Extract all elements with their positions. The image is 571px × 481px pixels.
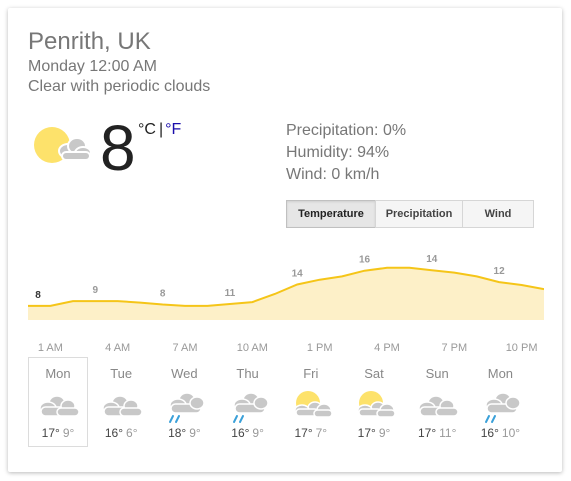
time-tick-label: 10 AM bbox=[237, 342, 268, 354]
current-temperature: 8 bbox=[100, 112, 136, 184]
humidity-detail: Humidity: 94% bbox=[286, 144, 390, 161]
forecast-temps: 16° 9° bbox=[219, 426, 277, 440]
value-label: 8 bbox=[160, 289, 166, 300]
tab-wind[interactable]: Wind bbox=[462, 200, 534, 228]
forecast-high: 16° bbox=[480, 426, 499, 440]
time-tick-label: 4 AM bbox=[105, 342, 130, 354]
tab-precipitation[interactable]: Precipitation bbox=[375, 200, 463, 228]
unit-fahrenheit-link[interactable]: °F bbox=[165, 121, 181, 138]
forecast-high: 18° bbox=[168, 426, 187, 440]
forecast-day[interactable]: Sun 17° 11° bbox=[407, 357, 467, 447]
value-label: 11 bbox=[225, 288, 236, 299]
forecast-temps: 16° 6° bbox=[92, 426, 150, 440]
time-tick-label: 4 PM bbox=[374, 342, 400, 354]
forecast-temps: 17° 7° bbox=[282, 426, 340, 440]
forecast-day-name: Sun bbox=[425, 366, 449, 381]
rain-icon bbox=[169, 392, 206, 423]
partly-cloudy-icon bbox=[357, 391, 396, 418]
temperature-chart: 8 9 8 11 14 16 14 12 1 AM 4 AM 7 AM 10 AM 1 PM 4 PM 7 … bbox=[28, 254, 544, 354]
forecast-low: 9° bbox=[252, 426, 264, 440]
value-label: 14 bbox=[426, 254, 438, 265]
wind-detail: Wind: 0 km/h bbox=[286, 166, 380, 183]
forecast-low: 9° bbox=[189, 426, 201, 440]
forecast-day-name: Wed bbox=[171, 366, 198, 381]
forecast-day-name: Fri bbox=[303, 366, 319, 381]
forecast-day-name: Thu bbox=[236, 366, 259, 381]
forecast-strip: Mon 17° 9° Tue 16° 6° Wed 18° 9° Thu 16° 9° Fri 17° 7°… bbox=[28, 357, 558, 452]
partly-cloudy-icon bbox=[294, 391, 333, 418]
value-label: 8 bbox=[35, 290, 41, 301]
time-tick-label: 1 AM bbox=[38, 342, 63, 354]
forecast-low: 7° bbox=[315, 426, 328, 440]
forecast-day[interactable]: Fri 17° 7° bbox=[281, 357, 341, 447]
forecast-high: 16° bbox=[231, 426, 250, 440]
unit-toggle: °C | °F bbox=[138, 121, 181, 139]
value-label: 14 bbox=[292, 269, 304, 280]
time-tick-label: 7 PM bbox=[441, 342, 467, 354]
cloudy-icon bbox=[102, 395, 143, 417]
weather-details: Precipitation: 0% Humidity: 94% Wind: 0 … bbox=[286, 120, 406, 186]
cloudy-icon bbox=[39, 395, 80, 417]
forecast-low: 6° bbox=[126, 426, 138, 440]
forecast-temps: 17° 11° bbox=[408, 426, 466, 440]
rain-icon bbox=[232, 392, 269, 423]
forecast-temps: 18° 9° bbox=[155, 426, 213, 440]
forecast-high: 17° bbox=[294, 426, 313, 440]
precipitation-detail: Precipitation: 0% bbox=[286, 122, 407, 139]
condition-label: Clear with periodic clouds bbox=[28, 78, 211, 95]
time-tick-label: 1 PM bbox=[307, 342, 333, 354]
datetime-label: Monday 12:00 AM bbox=[28, 58, 157, 75]
forecast-high: 17° bbox=[417, 426, 437, 440]
forecast-day-name: Mon bbox=[45, 366, 71, 381]
forecast-temps: 17° 9° bbox=[345, 426, 403, 440]
forecast-day[interactable]: Mon 16° 10° bbox=[470, 357, 530, 447]
tab-temperature[interactable]: Temperature bbox=[286, 200, 376, 228]
forecast-low: 9° bbox=[62, 426, 75, 440]
time-tick-label: 7 AM bbox=[172, 342, 197, 354]
partly-cloudy-icon bbox=[34, 127, 92, 163]
forecast-day-name: Tue bbox=[110, 366, 133, 381]
forecast-day-name: Sat bbox=[364, 366, 384, 381]
forecast-high: 16° bbox=[104, 426, 124, 440]
value-label: 9 bbox=[93, 285, 99, 296]
forecast-day[interactable]: Thu 16° 9° bbox=[218, 357, 278, 447]
cloudy-icon bbox=[418, 395, 459, 417]
rain-icon bbox=[485, 392, 522, 423]
unit-separator: | bbox=[158, 121, 164, 138]
forecast-temps: 16° 10° bbox=[471, 426, 529, 440]
location-title: Penrith, UK bbox=[28, 28, 151, 55]
forecast-low: 10° bbox=[501, 426, 521, 440]
time-tick-label: 10 PM bbox=[506, 342, 538, 354]
forecast-high: 17° bbox=[357, 426, 376, 440]
forecast-day[interactable]: Mon 17° 9° bbox=[28, 357, 88, 447]
unit-celsius[interactable]: °C bbox=[138, 121, 156, 138]
weather-card: Penrith, UK Monday 12:00 AM Clear with p… bbox=[8, 8, 562, 472]
forecast-day-name: Mon bbox=[487, 366, 514, 381]
forecast-day[interactable]: Wed 18° 9° bbox=[154, 357, 214, 447]
value-label: 12 bbox=[494, 266, 506, 277]
chart-tabs: Temperature Precipitation Wind bbox=[286, 200, 534, 228]
forecast-low: 11° bbox=[439, 426, 457, 440]
forecast-high: 17° bbox=[41, 426, 60, 440]
forecast-low: 9° bbox=[378, 426, 391, 440]
value-label: 16 bbox=[359, 255, 371, 266]
forecast-day[interactable]: Sat 17° 9° bbox=[344, 357, 404, 447]
forecast-temps: 17° 9° bbox=[29, 426, 87, 440]
forecast-day[interactable]: Tue 16° 6° bbox=[91, 357, 151, 447]
